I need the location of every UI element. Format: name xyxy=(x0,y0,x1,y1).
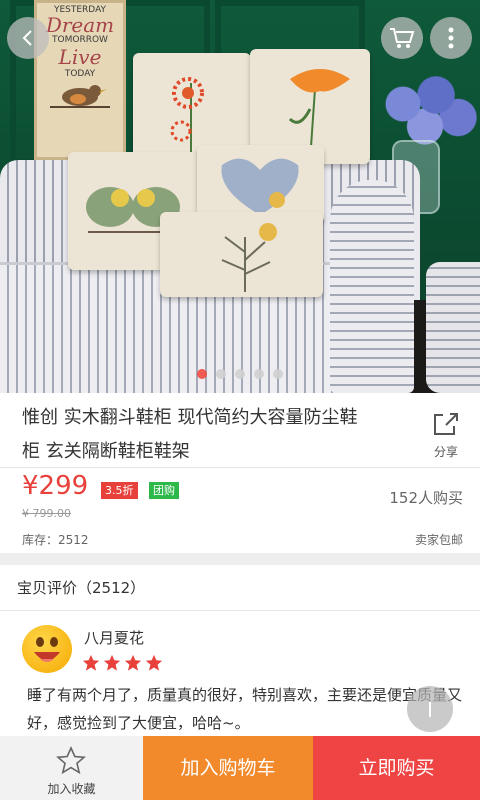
sign-line: Live xyxy=(58,45,102,69)
sofa-arm xyxy=(330,180,414,393)
arrow-up-icon xyxy=(429,702,431,717)
add-to-cart-button[interactable]: 加入购物车 xyxy=(143,736,313,800)
carousel-dot[interactable] xyxy=(235,369,245,379)
star-outline-icon xyxy=(56,746,86,774)
decor-sign: YESTERDAY Dream TOMORROW Live TODAY xyxy=(34,0,126,160)
reviews-header[interactable]: 宝贝评价（2512） xyxy=(0,565,480,611)
chevron-left-icon xyxy=(22,30,32,46)
bottom-action-bar: 加入收藏 加入购物车 立即购买 xyxy=(0,736,480,800)
carousel-dot[interactable] xyxy=(216,369,226,379)
sign-line: TODAY xyxy=(64,69,96,79)
buy-now-button[interactable]: 立即购买 xyxy=(313,736,480,800)
share-icon xyxy=(434,413,458,435)
carousel-dot[interactable] xyxy=(273,369,283,379)
share-label: 分享 xyxy=(433,445,458,459)
star-icon xyxy=(82,654,100,671)
back-button[interactable] xyxy=(7,17,49,59)
cart-icon xyxy=(390,28,415,48)
review-text: 睡了有两个月了，质量真的很好，特别喜欢，主要还是便宜质量又好，感觉捡到了大便宜，… xyxy=(27,686,463,732)
more-button[interactable] xyxy=(430,17,472,59)
product-title: 惟创 实木翻斗鞋柜 现代简约大容量防尘鞋柜 玄关隔断鞋柜鞋架 xyxy=(22,407,358,462)
reviewer-name: 八月夏花 xyxy=(84,629,145,647)
add-to-favorites-button[interactable]: 加入收藏 xyxy=(0,736,143,800)
group-buy-badge: 团购 xyxy=(149,482,179,499)
section-divider xyxy=(0,553,480,565)
product-image-carousel[interactable]: YESTERDAY Dream TOMORROW Live TODAY xyxy=(0,0,480,393)
stock-count: 库存：2512 xyxy=(22,533,89,547)
star-icon xyxy=(145,654,163,671)
star-icon xyxy=(124,654,142,671)
sign-line: Dream xyxy=(45,13,115,37)
share-button[interactable]: 分享 xyxy=(418,411,474,460)
pillow-tree xyxy=(160,212,323,297)
discount-badge: 3.5折 xyxy=(101,482,138,499)
carousel-dot[interactable] xyxy=(197,369,207,379)
carousel-indicator xyxy=(0,369,480,379)
product-title-section: 惟创 实木翻斗鞋柜 现代简约大容量防尘鞋柜 玄关隔断鞋柜鞋架 分享 xyxy=(0,393,480,468)
current-price: ¥299 xyxy=(22,471,89,501)
bird-illustration xyxy=(50,85,110,108)
price-section: ¥299 3.5折 团购 ¥ 799.00 152人购买 库存：2512 卖家包… xyxy=(0,467,480,553)
more-vertical-icon xyxy=(448,27,454,49)
sold-count: 152人购买 xyxy=(389,489,463,507)
shipping-info: 卖家包邮 xyxy=(414,533,463,547)
original-price: ¥ 799.00 xyxy=(22,507,71,520)
carousel-dot[interactable] xyxy=(254,369,264,379)
rating-stars xyxy=(82,654,163,672)
favorite-label: 加入收藏 xyxy=(47,782,96,796)
scroll-to-top-button[interactable] xyxy=(407,686,453,732)
avatar xyxy=(22,625,72,673)
reviews-title: 宝贝评价（2512） xyxy=(17,579,146,597)
star-icon xyxy=(103,654,121,671)
cart-button[interactable] xyxy=(381,17,423,59)
